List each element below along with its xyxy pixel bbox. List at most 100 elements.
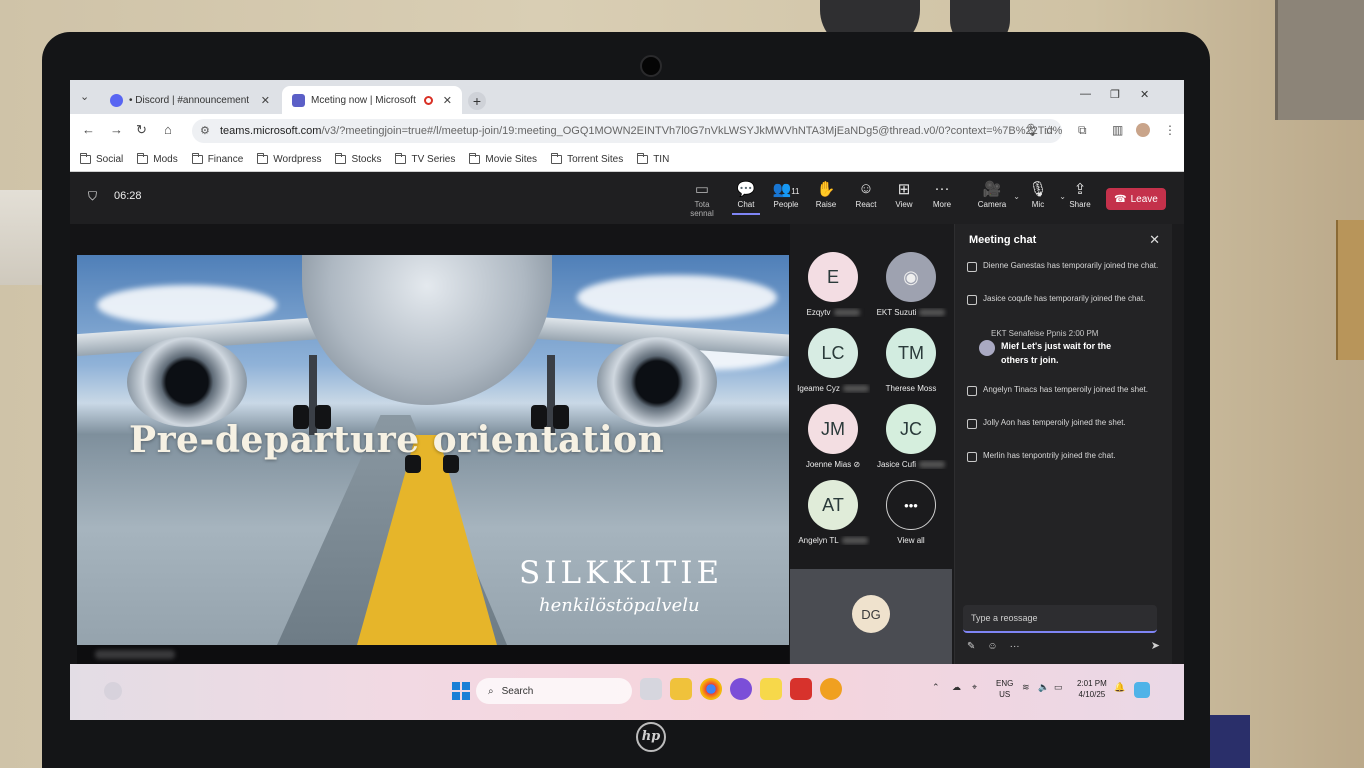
chrome-icon[interactable] — [700, 678, 722, 700]
emoji-icon[interactable]: ☺ — [987, 641, 997, 652]
weather-widget-icon[interactable] — [104, 682, 122, 700]
message-text: Merlin has tenpontrily joined the chat. — [983, 451, 1116, 460]
view-button[interactable]: ⊞ View — [884, 180, 924, 209]
bookmark-folder[interactable]: Movie Sites — [469, 153, 537, 165]
presenter-name-blurred — [95, 650, 175, 659]
language-indicator[interactable]: ENG US — [996, 678, 1013, 700]
message-text: Jolly Aon has temperoily joined the shet… — [983, 418, 1126, 427]
participant-tile[interactable]: ◉ EKT Suzuti — [874, 252, 948, 317]
message-input[interactable]: Type a reossage — [963, 605, 1157, 633]
bookmark-folder[interactable]: Torrent Sites — [551, 153, 623, 165]
view-all-button[interactable]: ••• View all — [874, 480, 948, 545]
site-info-icon[interactable]: ⚙ — [200, 124, 210, 137]
leave-button[interactable]: ☎ Leave — [1106, 188, 1166, 210]
share-button[interactable]: ⇪ Share — [1060, 180, 1100, 209]
folder-icon — [80, 153, 91, 164]
copilot-icon[interactable] — [1134, 682, 1150, 698]
cloud — [577, 275, 777, 320]
tab-teams[interactable]: Mceting now | Microsoft Te ✕ — [282, 86, 462, 114]
close-icon[interactable]: ✕ — [1149, 232, 1160, 248]
sticky-notes-icon[interactable] — [760, 678, 782, 700]
cloud-icon[interactable]: ☁ — [952, 682, 961, 693]
close-icon[interactable]: ✕ — [443, 94, 452, 107]
vlc-icon[interactable] — [820, 678, 842, 700]
tool-label: Mic — [1031, 200, 1045, 209]
start-button[interactable] — [452, 682, 470, 700]
leave-label: Leave — [1130, 193, 1158, 205]
file-explorer-icon[interactable] — [670, 678, 692, 700]
participant-name: Igeame Cyz — [796, 384, 870, 393]
bookmark-star-icon[interactable]: ☆ — [1044, 123, 1055, 137]
minimize-icon[interactable]: — — [1080, 88, 1091, 100]
bookmark-folder[interactable]: Stocks — [335, 153, 381, 165]
volume-icon[interactable]: 🔈 — [1038, 682, 1049, 693]
tab-title: Mceting now | Microsoft Te — [311, 94, 418, 106]
forward-icon[interactable]: → — [110, 122, 123, 137]
close-window-icon[interactable]: ✕ — [1140, 88, 1149, 101]
extensions-icon[interactable]: ⧉ — [1078, 123, 1087, 138]
message-text: Angelyn Tinacs has temperoily joined the… — [983, 385, 1148, 394]
chat-title: Meeting chat — [969, 234, 1037, 246]
chevron-up-icon[interactable]: ⌃ — [932, 682, 940, 693]
send-icon[interactable]: ➤ — [1151, 639, 1160, 652]
tool-label: Camera — [977, 200, 1007, 209]
discord-icon — [110, 93, 123, 107]
aircraft-fuselage — [302, 255, 552, 405]
pdf-reader-icon[interactable] — [790, 678, 812, 700]
participant-tile[interactable]: JC Jasice Cufi — [874, 404, 948, 469]
bookmarks-bar: Social Mods Finance Wordpress Stocks TV … — [70, 148, 1184, 172]
new-tab-button[interactable]: + — [468, 92, 486, 110]
wifi-icon[interactable]: ≋ — [1022, 682, 1030, 693]
more-button[interactable]: ··· More — [922, 180, 962, 209]
bell-icon[interactable]: 🔔 — [1114, 682, 1125, 693]
profile-avatar[interactable] — [1136, 123, 1150, 137]
avatar: AT — [808, 480, 858, 530]
chat-button[interactable]: 💬 Chat — [726, 180, 766, 215]
back-icon[interactable]: ← — [82, 122, 95, 137]
taskbar-search[interactable]: ⌕ Search — [476, 678, 632, 704]
home-icon[interactable]: ⌂ — [164, 122, 172, 137]
camera-button[interactable]: 🎥 Camera ⌄ — [972, 180, 1020, 209]
url-input[interactable]: ⚙ teams.microsoft.com/v3/?meetingjoin=tr… — [192, 119, 1062, 143]
battery-icon[interactable]: ▭ — [1054, 682, 1063, 693]
sidebar-icon[interactable]: ▥ — [1112, 123, 1123, 137]
screen-button[interactable]: ▭ Tota sennal — [682, 180, 722, 218]
messenger-icon[interactable] — [730, 678, 752, 700]
location-icon[interactable]: ⌖ — [972, 682, 977, 693]
reload-icon[interactable]: ↻ — [136, 122, 147, 138]
bookmark-label: TV Series — [411, 154, 456, 165]
bookmark-folder[interactable]: Wordpress — [257, 153, 321, 165]
bookmark-folder[interactable]: TIN — [637, 153, 669, 165]
participant-tile[interactable]: LC Igeame Cyz — [796, 328, 870, 393]
bookmark-folder[interactable]: Mods — [137, 153, 178, 165]
participant-tile[interactable]: E Ezqytv — [796, 252, 870, 317]
bookmark-folder[interactable]: TV Series — [395, 153, 456, 165]
cloud — [97, 285, 277, 325]
camera-icon: 🎥 — [982, 181, 1002, 198]
participant-tile[interactable]: AT Angelyn TL — [796, 480, 870, 545]
tab-discord[interactable]: • Discord | #announcement | St ✕ — [100, 86, 280, 114]
bookmark-folder[interactable]: Finance — [191, 153, 243, 165]
more-icon: ••• — [886, 480, 936, 530]
people-button[interactable]: 👥11 People — [766, 180, 806, 209]
mic-icon: 🎙 — [1028, 181, 1048, 198]
maximize-icon[interactable]: ❐ — [1110, 88, 1120, 101]
wooden-door — [1336, 220, 1364, 360]
system-clock[interactable]: 2:01 PM 4/10/25 — [1077, 678, 1107, 700]
menu-icon[interactable]: ⋮ — [1164, 123, 1176, 137]
tab-search-icon[interactable]: ⌄ — [80, 90, 89, 103]
bookmark-folder[interactable]: Social — [80, 153, 123, 165]
task-view-icon[interactable] — [640, 678, 662, 700]
folder-icon — [395, 153, 407, 164]
more-icon[interactable]: ··· — [1010, 641, 1020, 652]
mic-button[interactable]: 🎙 Mic ⌄ — [1018, 180, 1066, 209]
brand-logo: SILKKITIE — [519, 555, 724, 591]
participant-tile[interactable]: JM Joenne Mias ⊘ — [796, 404, 870, 469]
mic-search-icon[interactable]: 🎙 — [1024, 123, 1039, 137]
message-text: Jasice coqufe has temporarily joined the… — [983, 294, 1146, 303]
raise-hand-button[interactable]: ✋ Raise — [806, 180, 846, 209]
format-icon[interactable]: ✎ — [967, 641, 975, 652]
react-button[interactable]: ☺ React — [846, 180, 886, 209]
participant-tile[interactable]: TM Therese Moss — [874, 328, 948, 393]
close-icon[interactable]: ✕ — [261, 94, 270, 107]
